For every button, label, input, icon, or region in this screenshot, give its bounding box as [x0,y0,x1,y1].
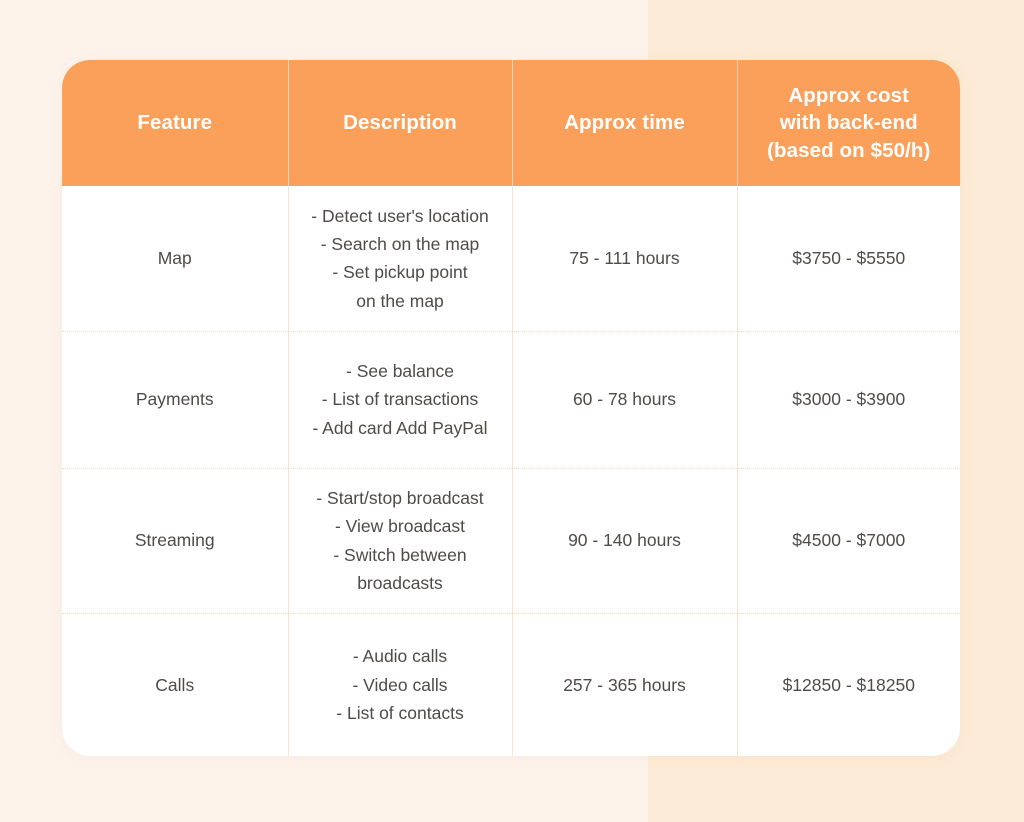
feature-estimate-card: Feature Description Approx time Approx c… [62,60,960,756]
cell-description: - See balance - List of transactions - A… [288,331,513,469]
table-row: Payments - See balance - List of transac… [62,331,960,469]
cell-approx-cost: $3000 - $3900 [737,331,960,469]
description-line: broadcasts [357,572,443,593]
description-line: on the map [356,290,444,311]
cell-approx-cost: $3750 - $5550 [737,186,960,332]
cell-approx-time: 90 - 140 hours [512,468,738,614]
cost-header-line-2: with back-end [779,111,918,135]
table-header: Feature Description Approx time Approx c… [62,60,960,186]
description-line: - Switch between [333,544,467,565]
column-header-feature: Feature [62,60,289,186]
cell-approx-time: 75 - 111 hours [512,186,738,332]
description-line: - View broadcast [334,516,466,537]
cell-description: - Start/stop broadcast - View broadcast … [288,468,513,614]
cell-feature: Streaming [62,468,289,614]
description-line: - Add card Add PayPal [312,417,488,438]
table-header-row: Feature Description Approx time Approx c… [62,60,960,186]
cost-header-line-3: (based on $50/h) [767,138,931,162]
cost-header-line-1: Approx cost [788,84,910,108]
description-line: - Audio calls [352,646,448,667]
description-line: - Start/stop broadcast [316,487,484,508]
cell-approx-cost: $4500 - $7000 [737,468,960,614]
description-line: - List of transactions [321,389,479,410]
cell-description: - Audio calls - Video calls - List of co… [288,613,513,756]
cell-approx-time: 60 - 78 hours [512,331,738,469]
description-line: - List of contacts [336,702,464,723]
cell-description: - Detect user's location - Search on the… [288,186,513,332]
description-line: - Set pickup point [332,262,468,283]
cell-feature: Payments [62,331,289,469]
cell-approx-cost: $12850 - $18250 [782,674,915,695]
description-line: - See balance [346,360,454,381]
feature-estimate-table: Feature Description Approx time Approx c… [62,60,960,756]
column-header-approx-time: Approx time [512,60,738,186]
cell-feature: Calls [62,613,289,756]
description-line: - Video calls [352,674,448,695]
description-line: - Search on the map [320,233,480,254]
cell-approx-time: 257 - 365 hours [512,613,738,756]
table-row: Map - Detect user's location - Search on… [62,186,960,332]
column-header-approx-cost: Approx cost with back-end (based on $50/… [737,60,960,186]
cell-feature: Map [62,186,289,332]
table-row: Calls - Audio calls - Video calls - List… [62,613,960,756]
description-line: - Detect user's location [311,205,489,226]
table-row: Streaming - Start/stop broadcast - View … [62,468,960,614]
column-header-description: Description [288,60,513,186]
table-body: Map - Detect user's location - Search on… [62,186,960,756]
